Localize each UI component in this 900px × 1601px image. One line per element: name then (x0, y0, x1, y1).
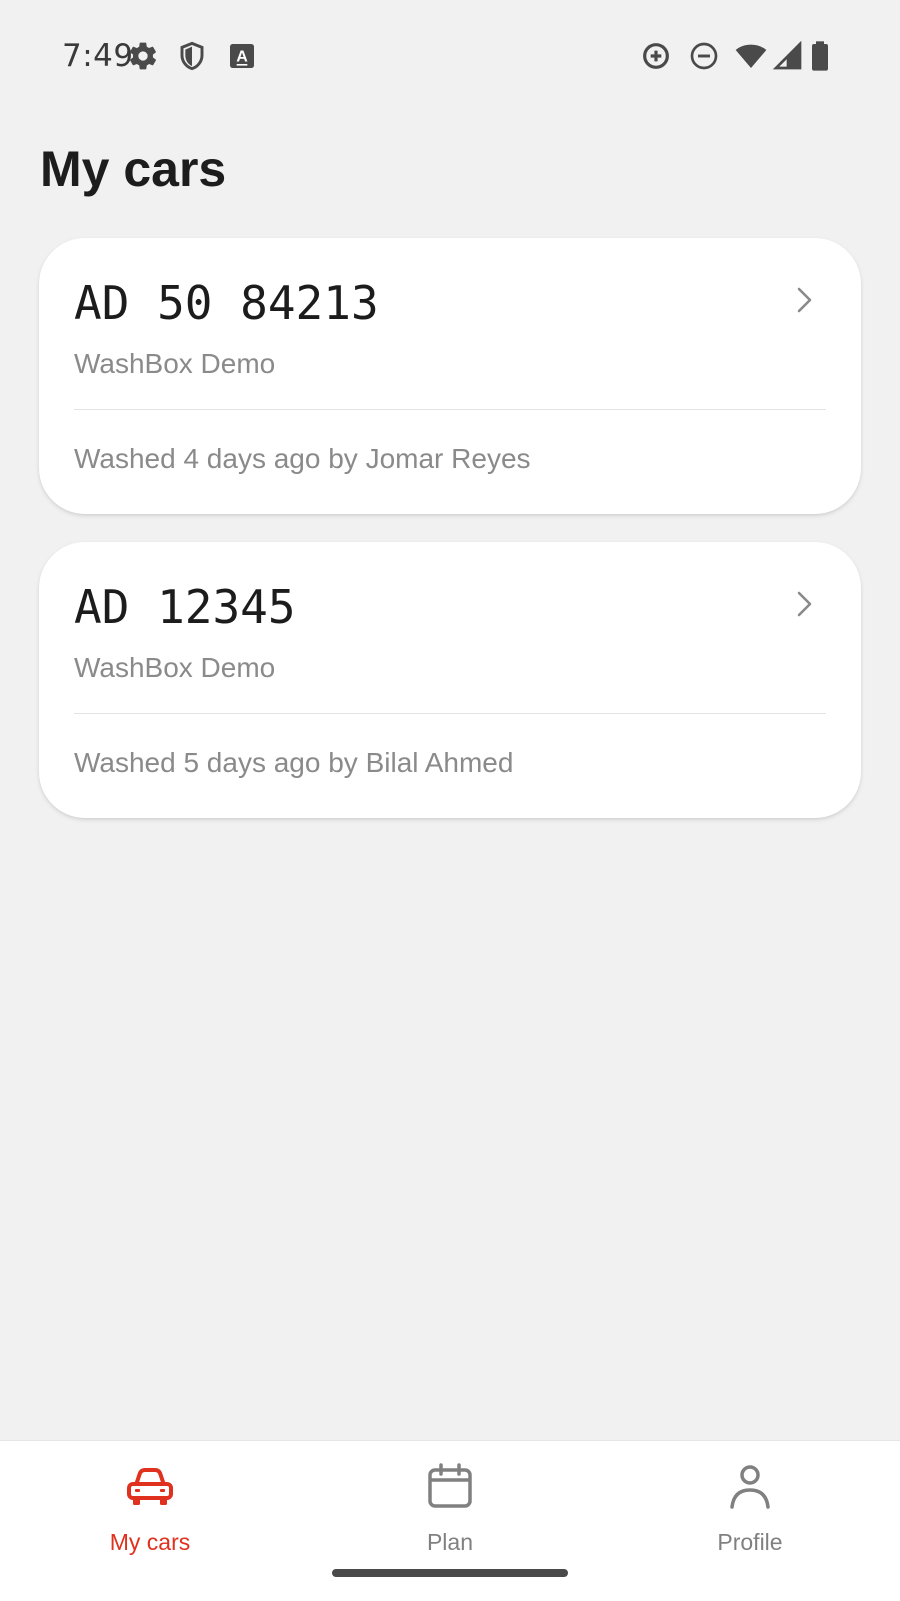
car-company: WashBox Demo (74, 348, 276, 379)
keyboard-a-icon: A (226, 40, 258, 72)
calendar-icon (425, 1463, 475, 1509)
page-title: My cars (40, 141, 227, 197)
data-saver-icon (640, 40, 672, 72)
card-divider (74, 409, 826, 410)
car-card[interactable]: AD 50 84213 WashBox Demo Washed 4 days a… (39, 238, 861, 514)
do-not-disturb-icon (688, 40, 720, 72)
battery-icon (808, 40, 832, 72)
last-wash-info: Washed 4 days ago by Jomar Reyes (74, 443, 531, 474)
car-company: WashBox Demo (74, 652, 276, 683)
person-icon (725, 1463, 775, 1509)
nav-label-my-cars: My cars (109, 1529, 191, 1555)
wifi-icon (735, 40, 767, 72)
svg-text:A: A (236, 48, 248, 65)
status-time: 7:49 (62, 38, 134, 74)
last-wash-info: Washed 5 days ago by Bilal Ahmed (74, 747, 514, 778)
shield-icon (176, 40, 208, 72)
status-bar: 7:49 A (0, 0, 900, 112)
car-icon (125, 1463, 175, 1509)
nav-label-profile: Profile (717, 1529, 783, 1555)
chevron-right-icon (793, 286, 817, 314)
chevron-right-icon (793, 590, 817, 618)
nav-item-plan[interactable]: Plan (300, 1441, 600, 1571)
license-plate: AD 50 84213 (74, 276, 379, 330)
car-card[interactable]: AD 12345 WashBox Demo Washed 5 days ago … (39, 542, 861, 818)
signal-icon (772, 40, 804, 72)
nav-label-plan: Plan (426, 1529, 474, 1555)
nav-item-my-cars[interactable]: My cars (0, 1441, 300, 1571)
license-plate: AD 12345 (74, 580, 296, 634)
gear-icon (127, 40, 159, 72)
home-indicator[interactable] (332, 1569, 568, 1577)
card-divider (74, 713, 826, 714)
nav-item-profile[interactable]: Profile (600, 1441, 900, 1571)
